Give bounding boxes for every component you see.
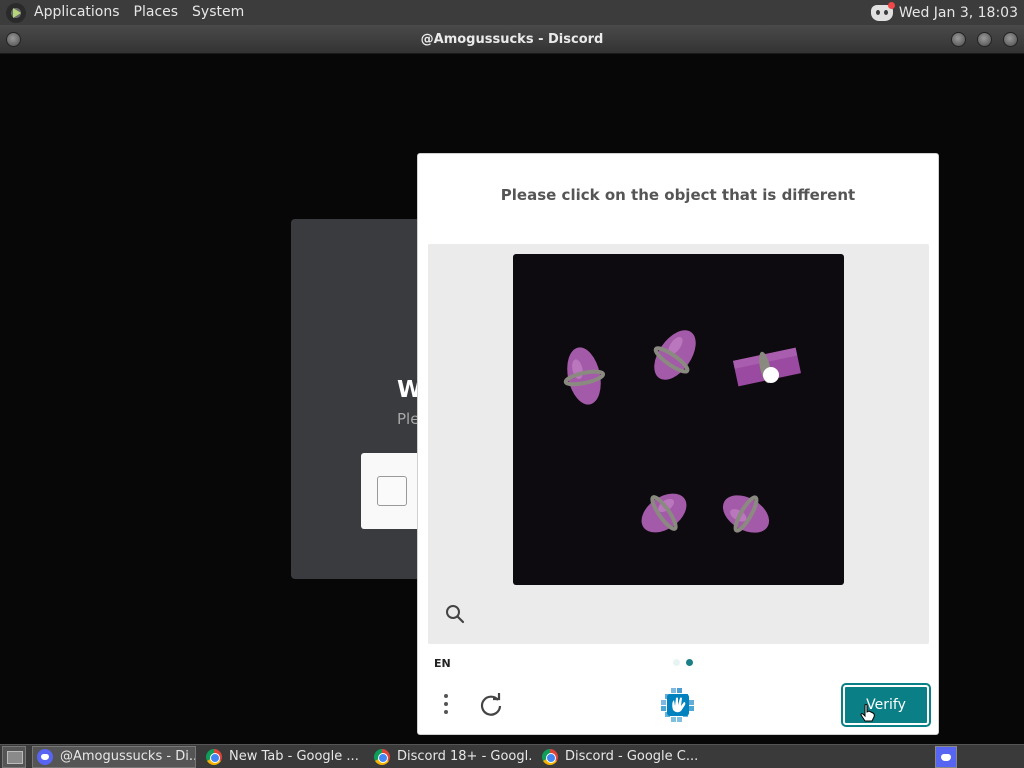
progress-dot-2 xyxy=(686,659,693,666)
taskbar: @Amogussucks - Di... New Tab - Google ..… xyxy=(0,744,1024,768)
discord-tray-icon[interactable] xyxy=(870,1,895,21)
captcha-challenge: Please click on the object that is diffe… xyxy=(417,153,939,735)
chrome-icon xyxy=(206,748,222,765)
window-titlebar[interactable]: @Amogussucks - Discord xyxy=(0,25,1024,54)
top-panel: Applications Places System Wed Jan 3, 18… xyxy=(0,0,1024,25)
magnifier-icon[interactable] xyxy=(445,604,465,624)
capsule-object-4 xyxy=(722,495,770,533)
vertical-dots-icon[interactable] xyxy=(440,692,452,718)
capsule-object-3 xyxy=(641,493,687,533)
close-icon[interactable] xyxy=(1003,32,1018,47)
panel-menu: Applications Places System xyxy=(0,0,251,25)
discord-login-card: W Ple xyxy=(291,219,431,579)
verify-button[interactable]: Verify xyxy=(841,683,931,727)
capsule-object-2 xyxy=(653,330,696,380)
clock[interactable]: Wed Jan 3, 18:03 xyxy=(893,5,1018,21)
task-label: Discord 18+ - Googl... xyxy=(397,749,532,764)
chrome-icon xyxy=(542,748,558,765)
menu-places[interactable]: Places xyxy=(127,0,186,25)
window-menu-icon[interactable] xyxy=(6,32,21,47)
menu-system[interactable]: System xyxy=(185,0,251,25)
challenge-image[interactable] xyxy=(513,254,844,585)
minimize-icon[interactable] xyxy=(951,32,966,47)
task-label: New Tab - Google ... xyxy=(229,749,359,764)
refresh-icon[interactable] xyxy=(478,692,504,718)
progress-dot-1 xyxy=(673,659,680,666)
captcha-checkbox[interactable] xyxy=(377,476,407,506)
panel-right: Wed Jan 3, 18:03 xyxy=(870,1,1024,21)
task-label: @Amogussucks - Di... xyxy=(60,749,196,764)
window-title: @Amogussucks - Discord xyxy=(420,32,604,47)
taskbar-task-discord-app[interactable]: @Amogussucks - Di... xyxy=(32,745,196,768)
chrome-icon xyxy=(374,748,390,765)
maximize-icon[interactable] xyxy=(977,32,992,47)
click-marker xyxy=(763,367,779,383)
capsule-object-1 xyxy=(563,347,606,405)
challenge-task-area xyxy=(428,244,929,644)
discord-icon xyxy=(37,748,53,765)
menu-applications[interactable]: Applications xyxy=(27,0,127,25)
taskbar-task-discord-18[interactable]: Discord 18+ - Googl... xyxy=(370,746,532,768)
language-selector[interactable]: EN xyxy=(434,657,451,670)
task-label: Discord - Google C... xyxy=(565,749,699,764)
different-object xyxy=(732,347,802,387)
discord-tray-app-icon[interactable] xyxy=(935,746,957,768)
challenge-progress xyxy=(673,659,693,666)
linux-mint-logo-icon[interactable] xyxy=(6,2,26,23)
challenge-prompt: Please click on the object that is diffe… xyxy=(500,186,856,204)
taskbar-task-new-tab[interactable]: New Tab - Google ... xyxy=(202,746,364,768)
show-desktop-icon[interactable] xyxy=(2,745,26,768)
hcaptcha-logo-icon xyxy=(661,688,694,722)
taskbar-task-discord-chrome[interactable]: Discord - Google C... xyxy=(538,746,700,768)
